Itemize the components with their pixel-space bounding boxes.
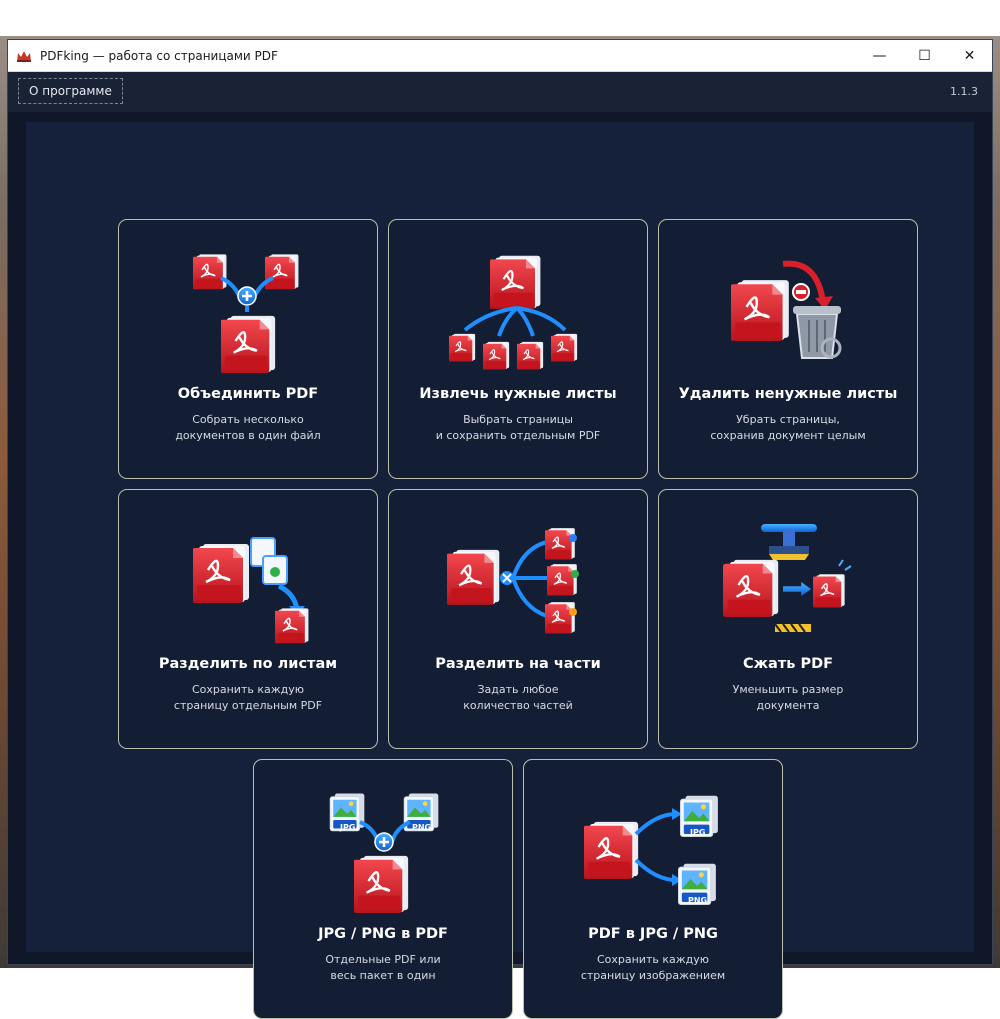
- card-description-line: Уменьшить размер: [732, 683, 844, 696]
- window-title: PDFking — работа со страницами PDF: [40, 48, 278, 63]
- svg-text:JPG: JPG: [689, 828, 705, 837]
- card-description-line: весь пакет в один: [330, 969, 436, 982]
- menu-bar: О программе 1.1.3: [8, 72, 992, 112]
- card-description-line: документа: [756, 699, 820, 712]
- card-description: Выбрать страницы и сохранить отдельным P…: [389, 412, 647, 444]
- app-logo-icon: [17, 50, 31, 62]
- card-description-line: Выбрать страницы: [463, 413, 573, 426]
- card-title: Разделить на части: [435, 656, 601, 672]
- card-description-line: количество частей: [463, 699, 573, 712]
- images-to-pdf-icon: JPG PNG: [308, 790, 458, 915]
- card-title: Сжать PDF: [742, 656, 834, 672]
- card-description-line: Сохранить каждую: [596, 953, 710, 966]
- compress-pdf-icon: [713, 520, 863, 645]
- card-description: Сохранить каждую страницу отдельным PDF: [119, 682, 377, 714]
- close-button[interactable]: ✕: [947, 40, 992, 71]
- card-description-line: Убрать страницы,: [736, 413, 840, 426]
- card-title: Извлечь нужные листы: [419, 386, 617, 402]
- card-title: PDF в JPG / PNG: [588, 926, 718, 942]
- about-button[interactable]: О программе: [18, 78, 123, 104]
- card-compress-pdf[interactable]: Сжать PDF Уменьшить размер документа: [658, 489, 918, 749]
- card-title: Разделить по листам: [158, 656, 338, 672]
- card-description: Отдельные PDF или весь пакет в один: [254, 952, 512, 984]
- card-extract-pages[interactable]: Извлечь нужные листы Выбрать страницы и …: [388, 219, 648, 479]
- card-description-line: Сохранить каждую: [191, 683, 305, 696]
- card-merge-pdf[interactable]: Объединить PDF Собрать несколько докумен…: [118, 219, 378, 479]
- card-description-line: страницу изображением: [580, 969, 726, 982]
- card-description-line: сохранив документ целым: [710, 429, 866, 442]
- version-label: 1.1.3: [950, 85, 978, 98]
- card-description-line: Собрать несколько: [192, 413, 304, 426]
- title-bar: PDFking — работа со страницами PDF — ☐ ✕: [8, 40, 992, 72]
- svg-text:PNG: PNG: [688, 896, 707, 905]
- card-split-parts[interactable]: Разделить на части Задать любое количест…: [388, 489, 648, 749]
- card-description: Задать любое количество частей: [389, 682, 647, 714]
- minimize-button[interactable]: —: [857, 40, 902, 71]
- extract-pages-icon: [443, 250, 593, 375]
- card-description-line: Отдельные PDF или: [325, 953, 441, 966]
- card-description-line: документов в один файл: [175, 429, 321, 442]
- card-description: Сохранить каждую страницу изображением: [524, 952, 782, 984]
- delete-pages-icon: [713, 250, 863, 375]
- svg-text:PNG: PNG: [412, 823, 431, 832]
- card-description-line: Задать любое: [477, 683, 559, 696]
- svg-text:JPG: JPG: [339, 823, 355, 832]
- card-images-to-pdf[interactable]: JPG PNG JPG / PNG в PDF Отдельные PDF ил…: [253, 759, 513, 1019]
- minimize-icon: —: [872, 47, 887, 64]
- card-description-line: страницу отдельным PDF: [173, 699, 323, 712]
- maximize-button[interactable]: ☐: [902, 40, 947, 71]
- card-description: Убрать страницы, сохранив документ целым: [659, 412, 917, 444]
- card-title: JPG / PNG в PDF: [318, 926, 448, 942]
- card-description-line: и сохранить отдельным PDF: [435, 429, 601, 442]
- card-pdf-to-images[interactable]: JPG PNG PDF в JPG / PNG Сохранить каждую…: [523, 759, 783, 1019]
- maximize-icon: ☐: [918, 47, 931, 64]
- card-split-pages[interactable]: Разделить по листам Сохранить каждую стр…: [118, 489, 378, 749]
- card-description: Уменьшить размер документа: [659, 682, 917, 714]
- app-window: PDFking — работа со страницами PDF — ☐ ✕…: [8, 40, 992, 1019]
- close-icon: ✕: [963, 47, 976, 64]
- merge-pdf-icon: [173, 250, 323, 375]
- card-description: Собрать несколько документов в один файл: [119, 412, 377, 444]
- card-title: Удалить ненужные листы: [678, 386, 898, 402]
- split-pages-icon: [173, 520, 323, 645]
- pdf-to-images-icon: JPG PNG: [578, 790, 728, 915]
- split-parts-icon: [443, 520, 593, 645]
- card-delete-pages[interactable]: Удалить ненужные листы Убрать страницы, …: [658, 219, 918, 479]
- card-title: Объединить PDF: [177, 386, 319, 402]
- tools-panel: Объединить PDF Собрать несколько докумен…: [26, 122, 974, 1019]
